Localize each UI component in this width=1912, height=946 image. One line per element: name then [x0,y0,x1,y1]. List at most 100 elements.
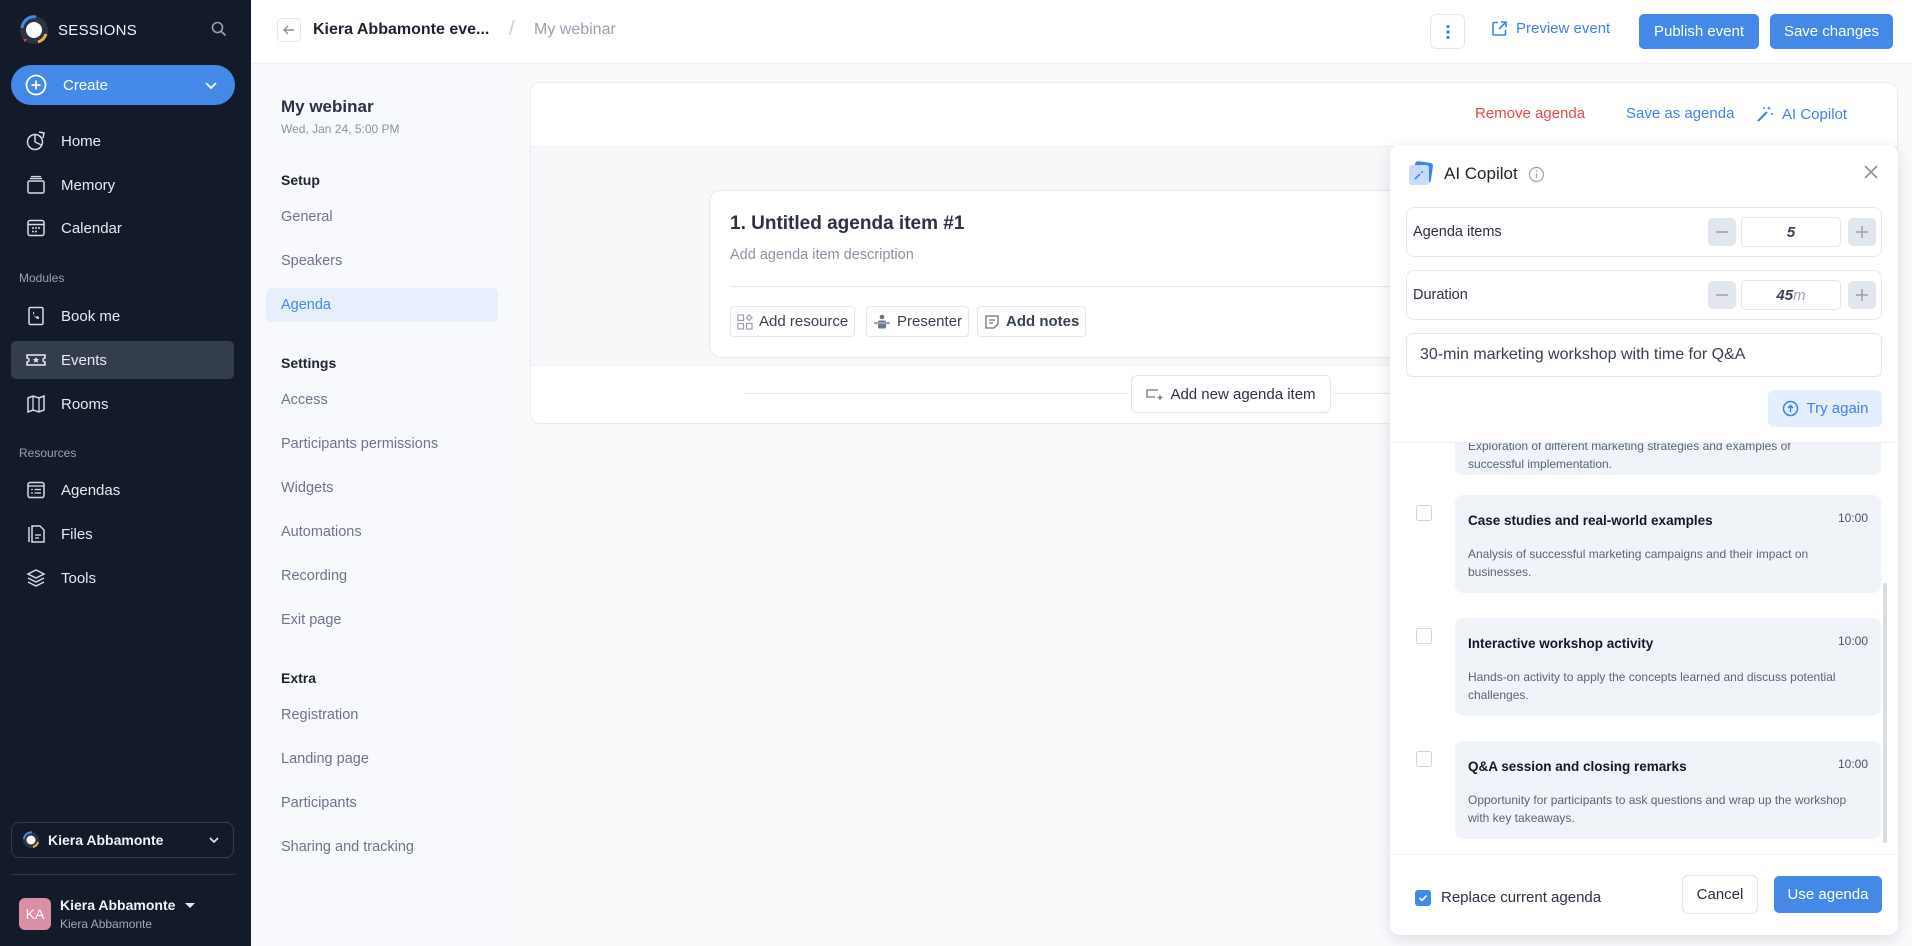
nav-label: Agendas [61,481,121,499]
ai-copilot-button[interactable]: AI Copilot [1756,105,1847,123]
save-changes-button[interactable]: Save changes [1770,14,1893,49]
agenda-item-title[interactable]: 1. Untitled agenda item #1 [730,213,964,235]
try-again-button[interactable]: Try again [1768,390,1882,427]
agenda-item-description[interactable]: Add agenda item description [730,247,914,263]
subnav-item-speakers[interactable]: Speakers [266,244,498,278]
item-description: Hands-on activity to apply the concepts … [1468,670,1836,702]
sidebar-item-home[interactable]: Home [11,122,234,160]
sidebar-item-agendas[interactable]: Agendas [11,471,234,509]
add-new-agenda-item-button[interactable]: Add new agenda item [1131,375,1331,413]
close-icon[interactable] [1862,163,1880,181]
chip-label: Add resource [759,313,849,330]
generated-agenda-list[interactable]: Exploration of different marketing strat… [1390,442,1898,854]
save-as-agenda-button[interactable]: Save as agenda [1626,105,1734,122]
resources-heading: Resources [19,446,77,460]
use-agenda-button[interactable]: Use agenda [1774,876,1882,913]
sidebar-item-calendar[interactable]: Calendar [11,209,234,247]
plus-icon [1856,289,1868,301]
decrement-button[interactable] [1708,218,1736,246]
book-phone-icon [28,306,44,326]
item-checkbox[interactable] [1416,505,1432,521]
layers-icon [26,569,46,587]
presenter-icon [874,314,890,328]
increment-button[interactable] [1848,218,1876,246]
sidebar-item-rooms[interactable]: Rooms [11,385,234,423]
chip-label: Presenter [897,313,963,330]
subnav-item-automations[interactable]: Automations [266,515,498,549]
item-checkbox[interactable] [1416,628,1432,644]
back-button[interactable] [277,18,301,42]
list-item[interactable]: Q&A session and closing remarks 10:00 Op… [1455,741,1881,839]
sidebar-item-tools[interactable]: Tools [11,559,234,597]
avatar: KA [19,898,51,930]
sidebar: SESSIONS Create Home Memory Calendar Mod… [0,0,251,946]
copilot-header: AI Copilot [1408,161,1545,187]
publish-event-button[interactable]: Publish event [1639,14,1759,49]
subnav-item-landing-page[interactable]: Landing page [266,742,498,776]
section-heading-setup: Setup [281,172,320,188]
subnav-item-widgets[interactable]: Widgets [266,471,498,505]
subnav-item-registration[interactable]: Registration [266,698,498,732]
replace-current-agenda-checkbox[interactable]: Replace current agenda [1415,889,1601,906]
subnav-item-exit-page[interactable]: Exit page [266,603,498,637]
calendar-icon [27,219,45,237]
files-icon [28,525,45,543]
nav-label: Book me [61,307,121,325]
arrow-up-circle-icon [1782,400,1798,417]
duration-unit: m [1793,286,1806,304]
room-door-icon [27,394,45,414]
try-again-label: Try again [1806,400,1869,417]
subnav-item-participants-permissions[interactable]: Participants permissions [266,427,498,461]
sidebar-item-files[interactable]: Files [11,515,234,553]
subnav-item-access[interactable]: Access [266,383,498,417]
list-item[interactable]: Interactive workshop activity 10:00 Hand… [1455,618,1881,716]
nav-label: Memory [61,176,116,194]
subnav-item-sharing-and-tracking[interactable]: Sharing and tracking [266,830,498,864]
prompt-input[interactable]: 30-min marketing workshop with time for … [1406,333,1882,377]
scrollbar[interactable] [1883,583,1887,843]
agenda-items-stepper: Agenda items 5 [1406,207,1882,257]
item-time: 10:00 [1837,757,1868,771]
presenter-button[interactable]: Presenter [866,306,970,337]
breadcrumb-separator: / [509,18,515,40]
cancel-button[interactable]: Cancel [1682,875,1758,914]
decrement-button[interactable] [1708,281,1736,309]
preview-event-button[interactable]: Preview event [1491,20,1610,37]
sidebar-item-events[interactable]: Events [11,341,234,379]
add-notes-button[interactable]: Add notes [977,306,1087,337]
remove-agenda-button[interactable]: Remove agenda [1475,105,1585,122]
minus-icon [1716,294,1728,296]
duration-input[interactable]: 45 m [1741,280,1841,310]
list-item[interactable]: Case studies and real-world examples 10:… [1455,495,1881,593]
add-resource-button[interactable]: Add resource [730,306,856,337]
workspace-switcher[interactable]: Kiera Abbamonte [11,822,234,858]
magic-wand-icon [1757,106,1773,122]
duration-label: Duration [1413,287,1468,303]
info-icon[interactable] [1528,166,1545,183]
user-name: Kiera Abbamonte [60,897,176,913]
user-menu[interactable]: KA Kiera Abbamonte Kiera Abbamonte [19,897,196,931]
duration-value: 45 [1776,286,1794,304]
item-title: Q&A session and closing remarks [1468,759,1687,774]
create-button[interactable]: Create [11,65,235,105]
top-bar: Kiera Abbamonte eve... / My webinar Prev… [251,0,1912,64]
subnav-item-agenda[interactable]: Agenda [266,288,498,322]
minus-icon [1716,231,1728,233]
caret-down-icon [185,903,196,909]
subnav-item-general[interactable]: General [266,200,498,234]
more-options-button[interactable] [1430,14,1465,49]
chevron-down-icon[interactable] [203,77,219,93]
subnav-item-recording[interactable]: Recording [266,559,498,593]
sidebar-item-book-me[interactable]: Book me [11,297,234,335]
replace-label: Replace current agenda [1441,889,1602,906]
list-item[interactable]: Exploration of different marketing strat… [1455,443,1881,475]
increment-button[interactable] [1848,281,1876,309]
item-checkbox[interactable] [1416,751,1432,767]
agenda-items-input[interactable]: 5 [1741,217,1841,247]
sidebar-item-memory[interactable]: Memory [11,166,234,204]
subnav-item-participants[interactable]: Participants [266,786,498,820]
agenda-item-card[interactable]: 1. Untitled agenda item #1 Add agenda it… [709,190,1510,358]
breadcrumb-parent[interactable]: Kiera Abbamonte eve... [313,21,489,39]
search-icon[interactable] [210,20,232,42]
copilot-title: AI Copilot [1444,164,1518,183]
